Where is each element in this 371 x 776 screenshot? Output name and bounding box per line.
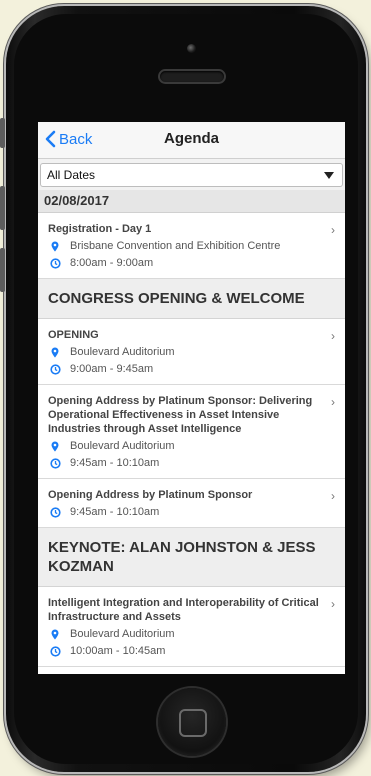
location-text: Boulevard Auditorium <box>70 628 175 640</box>
session-title: Intelligent Integration and Interoperabi… <box>48 597 319 623</box>
volume-up-button <box>0 186 5 230</box>
clock-icon <box>48 507 62 518</box>
agenda-item[interactable]: Opening Address by Platinum Sponsor: Del… <box>38 385 345 479</box>
volume-down-button <box>0 248 5 292</box>
time-text: 10:00am - 10:45am <box>70 645 166 657</box>
agenda-item[interactable]: OPENING › Boulevard Auditorium 9:00am - … <box>38 319 345 385</box>
map-pin-icon <box>48 629 62 640</box>
session-time: 9:45am - 10:10am <box>48 457 325 470</box>
location-text: Boulevard Auditorium <box>70 346 175 358</box>
agenda-item[interactable]: Registration - Day 1 › Brisbane Conventi… <box>38 213 345 279</box>
time-text: 9:45am - 10:10am <box>70 506 160 518</box>
chevron-right-icon: › <box>331 223 335 237</box>
session-location: Boulevard Auditorium <box>48 346 325 359</box>
agenda-item[interactable]: Opening Address by Platinum Sponsor › 9:… <box>38 479 345 528</box>
session-title: Registration - Day 1 <box>48 223 152 235</box>
home-button[interactable] <box>158 688 226 756</box>
earpiece-speaker <box>160 71 224 82</box>
session-time: 9:45am - 10:10am <box>48 506 325 519</box>
session-title: Opening Address by Platinum Sponsor <box>48 489 253 501</box>
mute-switch <box>0 118 5 148</box>
date-filter-value: All Dates <box>47 168 96 182</box>
clock-icon <box>48 458 62 469</box>
session-location: Boulevard Auditorium <box>48 628 325 641</box>
session-time: 9:00am - 9:45am <box>48 363 325 376</box>
date-filter-select[interactable]: All Dates <box>40 163 343 187</box>
map-pin-icon <box>48 347 62 358</box>
map-pin-icon <box>48 241 62 252</box>
clock-icon <box>48 364 62 375</box>
date-header: 02/08/2017 <box>38 190 345 213</box>
time-text: 8:00am - 9:00am <box>70 257 154 269</box>
clock-icon <box>48 258 62 269</box>
home-square-icon <box>179 709 207 737</box>
front-camera <box>187 44 196 53</box>
section-header: KEYNOTE: ALAN JOHNSTON & JESS KOZMAN <box>38 528 345 587</box>
map-pin-icon <box>48 441 62 452</box>
session-time: 8:00am - 9:00am <box>48 257 325 270</box>
filter-bar: All Dates <box>38 159 345 190</box>
agenda-item[interactable]: Intelligent Integration and Interoperabi… <box>38 587 345 667</box>
location-text: Brisbane Convention and Exhibition Centr… <box>70 240 281 252</box>
time-text: 9:00am - 9:45am <box>70 363 154 375</box>
session-location: Boulevard Auditorium <box>48 440 325 453</box>
session-time: 10:00am - 10:45am <box>48 645 325 658</box>
section-header: CONGRESS OPENING & WELCOME <box>38 279 345 319</box>
chevron-right-icon: › <box>331 489 335 503</box>
navigation-bar: Back Agenda <box>38 122 345 159</box>
session-title: OPENING <box>48 329 99 341</box>
page-title: Agenda <box>163 130 219 147</box>
session-location: Brisbane Convention and Exhibition Centr… <box>48 240 325 253</box>
session-title: Opening Address by Platinum Sponsor: Del… <box>48 395 313 435</box>
chevron-right-icon: › <box>331 395 335 409</box>
chevron-right-icon: › <box>331 597 335 611</box>
chevron-right-icon: › <box>331 329 335 343</box>
location-text: Boulevard Auditorium <box>70 440 175 452</box>
dropdown-arrow-icon <box>324 172 334 179</box>
time-text: 9:45am - 10:10am <box>70 457 160 469</box>
app-screen: Back Agenda All Dates 02/08/2017 Registr… <box>38 122 345 674</box>
clock-icon <box>48 646 62 657</box>
